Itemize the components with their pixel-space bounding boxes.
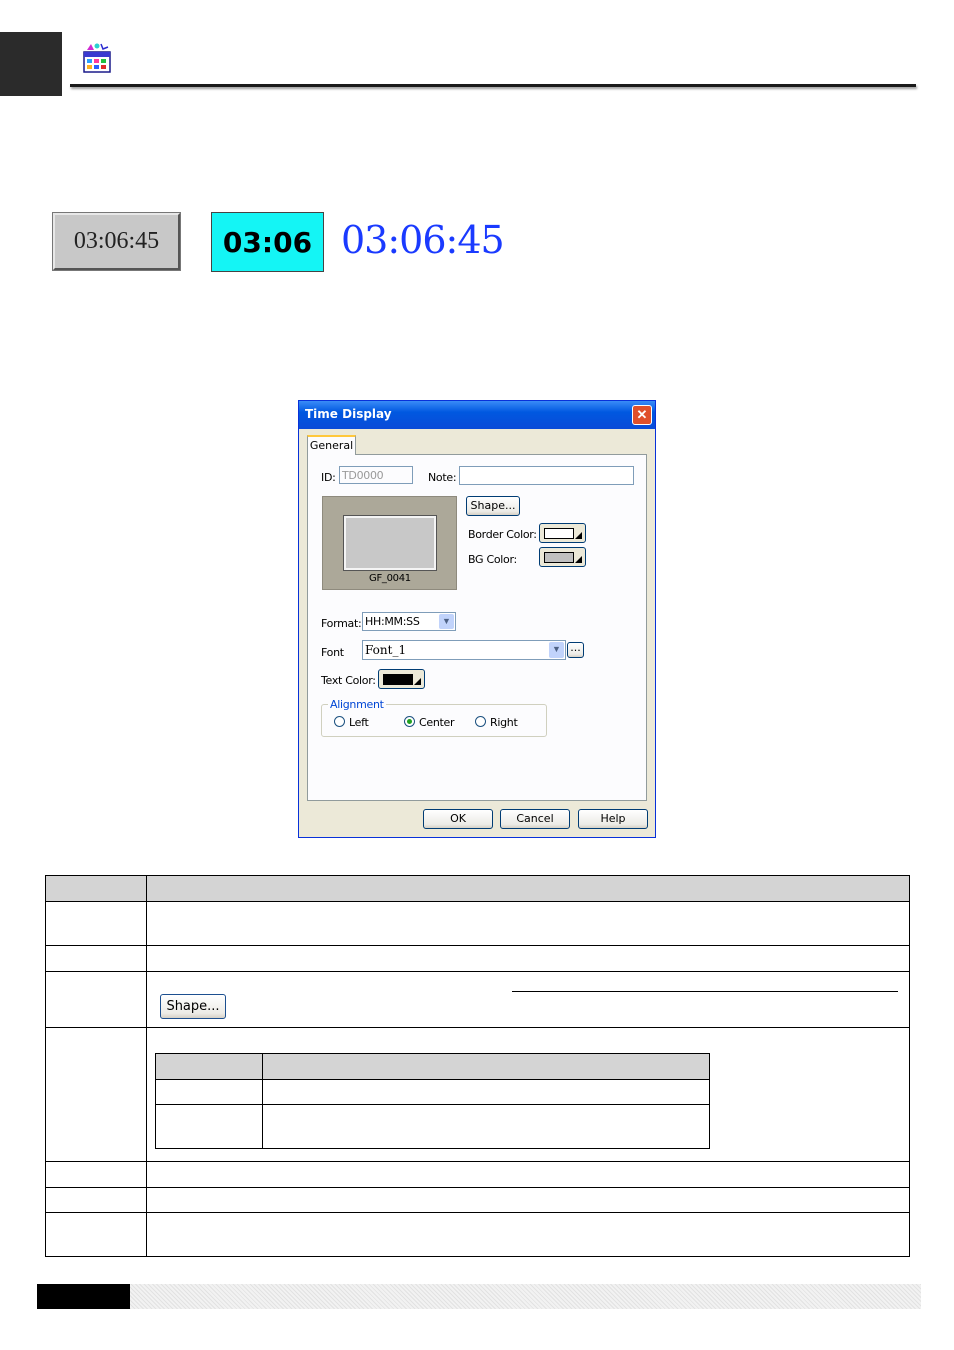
align-left-radio[interactable] <box>334 716 345 727</box>
time-display-dialog: Time Display ✕ General ID: TD0000 Note: … <box>298 400 656 838</box>
table-header-cell <box>146 875 910 902</box>
text-color-picker[interactable] <box>378 669 425 689</box>
nested-table-row <box>155 1079 263 1105</box>
border-color-label: Border Color: <box>468 528 537 541</box>
shape-preview-name: GF_0041 <box>369 573 411 584</box>
bg-color-picker[interactable] <box>539 547 586 567</box>
shape-button[interactable]: Shape... <box>466 496 520 516</box>
table-row <box>45 1187 147 1213</box>
chevron-down-icon: ▼ <box>549 642 564 658</box>
table-row <box>45 971 147 1028</box>
footer-band <box>130 1284 921 1309</box>
sample-time-display-blue: 03:06:45 <box>341 218 505 262</box>
table-row <box>146 1212 910 1257</box>
table-row <box>45 945 147 972</box>
dropdown-triangle-icon <box>575 556 582 563</box>
nested-header-cell <box>262 1053 710 1080</box>
bg-color-swatch <box>544 552 574 563</box>
nested-table-row <box>155 1104 263 1149</box>
alignment-label: Alignment <box>328 698 386 711</box>
note-label: Note: <box>428 471 457 484</box>
table-row <box>146 1161 910 1188</box>
align-center-radio[interactable] <box>404 716 415 727</box>
border-color-picker[interactable] <box>539 523 586 543</box>
format-label: Format: <box>321 617 362 630</box>
nested-header-cell <box>155 1053 263 1080</box>
table-row <box>45 1161 147 1188</box>
dialog-titlebar[interactable]: Time Display ✕ <box>299 401 655 429</box>
help-button[interactable]: Help <box>578 809 648 829</box>
footer-page-number-block <box>37 1284 130 1309</box>
table-row <box>146 945 910 972</box>
page-corner-block <box>0 32 62 96</box>
format-value: HH:MM:SS <box>365 615 420 628</box>
font-value: Font_1 <box>365 643 407 657</box>
underline-rule <box>512 991 898 992</box>
border-color-swatch <box>544 528 574 539</box>
header-rule <box>70 84 916 87</box>
table-row <box>45 1027 147 1162</box>
note-field[interactable] <box>459 466 634 485</box>
chevron-down-icon: ▼ <box>439 614 454 629</box>
table-row: Shape... <box>146 971 910 1028</box>
nested-table-row <box>262 1104 710 1149</box>
align-left-label: Left <box>349 716 369 729</box>
table-row <box>45 1212 147 1257</box>
sample-time-display-cyan: 03:06 <box>211 212 324 272</box>
sample-time-display-3d: 03:06:45 <box>53 213 180 270</box>
font-select[interactable]: Font_1 ▼ <box>362 640 566 660</box>
ok-button[interactable]: OK <box>423 809 493 829</box>
shape-button-illustration: Shape... <box>160 994 226 1019</box>
bg-color-label: BG Color: <box>468 553 517 566</box>
format-select[interactable]: HH:MM:SS ▼ <box>362 612 456 631</box>
text-color-swatch <box>383 674 413 685</box>
font-more-button[interactable]: ... <box>567 642 584 658</box>
time-display-tool-icon <box>81 42 113 74</box>
align-right-label: Right <box>490 716 518 729</box>
tab-general[interactable]: General <box>307 435 356 455</box>
dropdown-triangle-icon <box>414 678 421 685</box>
table-row <box>146 901 910 946</box>
align-center-label: Center <box>419 716 455 729</box>
cancel-button[interactable]: Cancel <box>500 809 570 829</box>
nested-table-row <box>262 1079 710 1105</box>
id-label: ID: <box>321 471 336 484</box>
table-row <box>45 901 147 946</box>
dropdown-triangle-icon <box>575 532 582 539</box>
text-color-label: Text Color: <box>321 674 376 687</box>
font-label: Font <box>321 646 344 659</box>
close-button[interactable]: ✕ <box>632 405 652 425</box>
shape-preview-frame <box>344 516 436 570</box>
id-field[interactable]: TD0000 <box>339 466 413 484</box>
table-header-cell <box>45 875 147 902</box>
table-row <box>146 1187 910 1213</box>
shape-preview: GF_0041 <box>322 496 457 590</box>
align-right-radio[interactable] <box>475 716 486 727</box>
close-icon: ✕ <box>636 407 648 422</box>
id-value: TD0000 <box>342 469 384 482</box>
dialog-title: Time Display <box>305 407 392 421</box>
